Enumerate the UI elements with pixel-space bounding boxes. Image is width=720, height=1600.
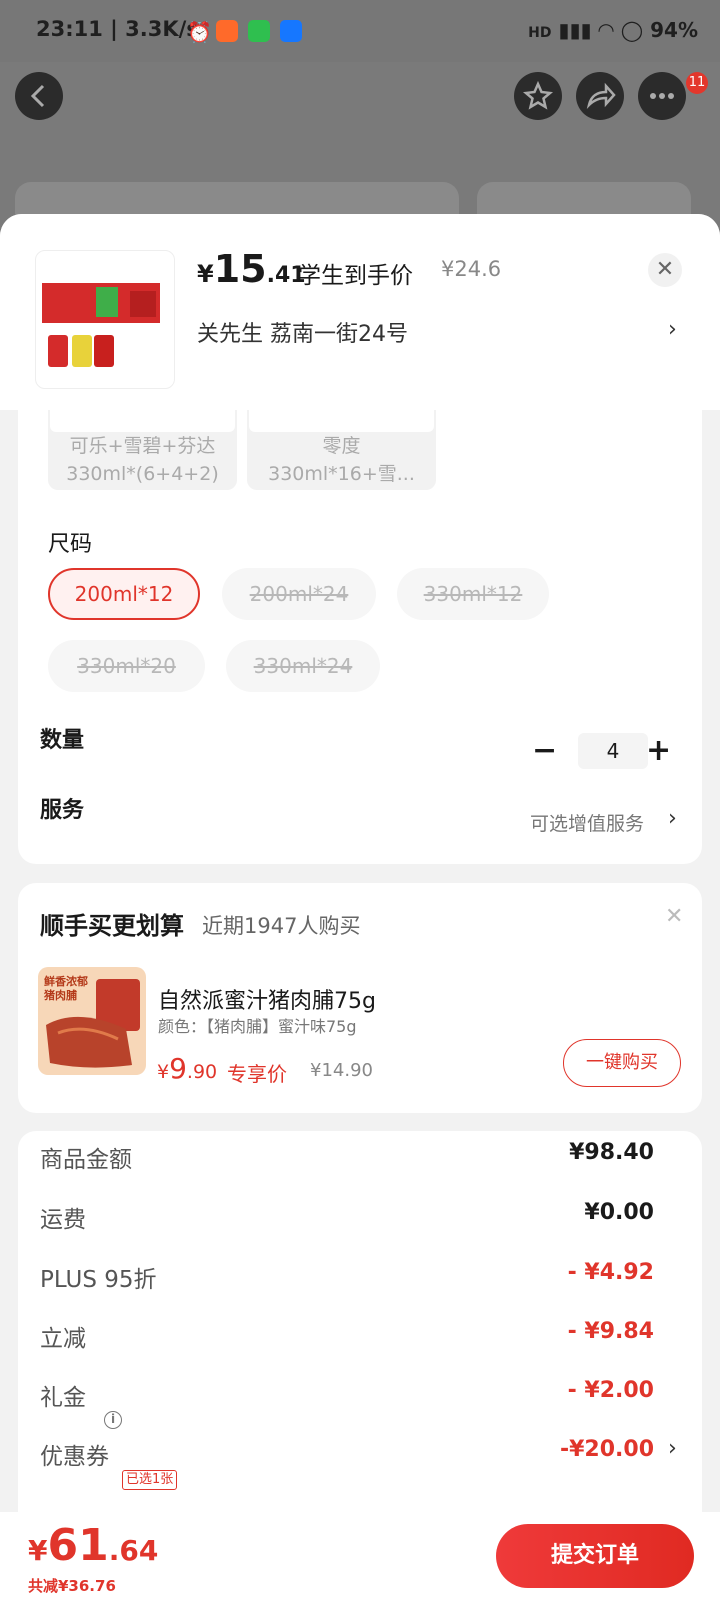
total-saved: 共减¥36.76 <box>28 1577 116 1595</box>
coupon-value[interactable]: -¥20.00 <box>560 1437 654 1462</box>
close-icon: ✕ <box>655 257 675 282</box>
quantity-increase-button[interactable]: + <box>646 733 671 768</box>
size-option[interactable]: 330ml*20 <box>48 640 205 692</box>
summary-label: 运费 <box>40 1207 86 1233</box>
price-label: 学生到手价 <box>298 263 413 289</box>
back-button[interactable] <box>15 72 63 120</box>
summary-label: 商品金额 <box>40 1147 132 1173</box>
size-option[interactable]: 330ml*12 <box>397 568 549 620</box>
original-price: ¥24.6 <box>441 257 502 281</box>
delivery-address[interactable]: 关先生 荔南一街24号 <box>197 316 408 348</box>
battery-level: 94% <box>650 18 698 42</box>
coupon-selected-badge: 已选1张 <box>122 1470 178 1490</box>
status-bar: 23:11 | 3.3K/s ⏰ HD ▮▮▮ ◠ ◯ 94% <box>0 0 720 62</box>
share-button[interactable] <box>576 72 624 120</box>
total-price: ¥61.64 <box>28 1520 159 1571</box>
size-title: 尺码 <box>48 532 93 557</box>
service-option[interactable]: 可选增值服务 <box>530 809 644 836</box>
wifi-icon: ◠ <box>598 18 614 42</box>
summary-value: - ¥9.84 <box>567 1319 654 1344</box>
service-title: 服务 <box>40 798 85 823</box>
jerky-image <box>46 979 140 1068</box>
quantity-input[interactable]: 4 <box>578 733 648 769</box>
size-option-selected[interactable]: 200ml*12 <box>48 568 200 620</box>
alipay-icon <box>280 20 302 42</box>
one-click-buy-button[interactable]: 一键购买 <box>563 1039 681 1087</box>
color-option[interactable]: 可乐+雪碧+芬达 330ml*(6+4+2) <box>48 410 237 490</box>
summary-value: - ¥2.00 <box>567 1378 654 1403</box>
chevron-left-icon <box>30 84 45 108</box>
chevron-right-icon[interactable]: › <box>668 317 677 342</box>
wechat-icon <box>248 20 270 42</box>
close-button[interactable]: ✕ <box>648 253 682 287</box>
product-price: ¥15.41 <box>197 247 306 291</box>
summary-label: 立减 <box>40 1326 86 1352</box>
size-option[interactable]: 330ml*24 <box>226 640 380 692</box>
notification-badge: 11 <box>686 72 708 94</box>
more-icon <box>650 93 674 99</box>
share-icon <box>586 82 616 109</box>
recommend-price-tag: 专享价 <box>227 1062 287 1086</box>
recommend-title: 顺手买更划算 <box>40 912 184 940</box>
cola-pack-image <box>42 283 160 367</box>
favorite-button[interactable] <box>514 72 562 120</box>
summary-label: 礼金 <box>40 1385 86 1411</box>
chevron-right-icon[interactable]: › <box>668 1436 677 1461</box>
star-icon <box>522 80 554 110</box>
color-option[interactable]: 零度 330ml*16+雪... <box>247 410 436 490</box>
recommend-original-price: ¥14.90 <box>310 1060 373 1081</box>
status-right: HD ▮▮▮ ◠ ◯ 94% <box>528 18 698 42</box>
recommend-subtitle: 近期1947人购买 <box>202 914 361 938</box>
chevron-right-icon[interactable]: › <box>668 806 677 831</box>
recommend-product-name[interactable]: 自然派蜜汁猪肉脯75g <box>158 983 376 1015</box>
info-icon[interactable]: i <box>104 1411 122 1429</box>
quantity-title: 数量 <box>40 728 85 753</box>
submit-order-button[interactable]: 提交订单 <box>496 1524 694 1588</box>
quantity-decrease-button[interactable]: − <box>532 733 557 768</box>
status-time: 23:11 | 3.3K/s <box>36 17 199 41</box>
recommend-product-image: 鲜香浓郁 猪肉脯 <box>38 967 146 1075</box>
alarm-icon: ⏰ <box>187 20 212 44</box>
product-image <box>35 250 175 389</box>
summary-value: ¥98.40 <box>569 1140 654 1165</box>
summary-label: 优惠券 <box>40 1444 109 1470</box>
recommend-product-spec: 颜色：【猪肉脯】蜜汁味75g <box>158 1017 357 1036</box>
summary-value: ¥0.00 <box>584 1200 654 1225</box>
more-button[interactable] <box>638 72 686 120</box>
size-option[interactable]: 200ml*24 <box>222 568 376 620</box>
recommend-price: ¥9.90 <box>157 1052 218 1085</box>
app-notification-icon <box>216 20 238 42</box>
summary-label: PLUS 95折 <box>40 1267 157 1293</box>
close-icon[interactable]: ✕ <box>665 904 683 929</box>
summary-value: - ¥4.92 <box>567 1260 654 1285</box>
